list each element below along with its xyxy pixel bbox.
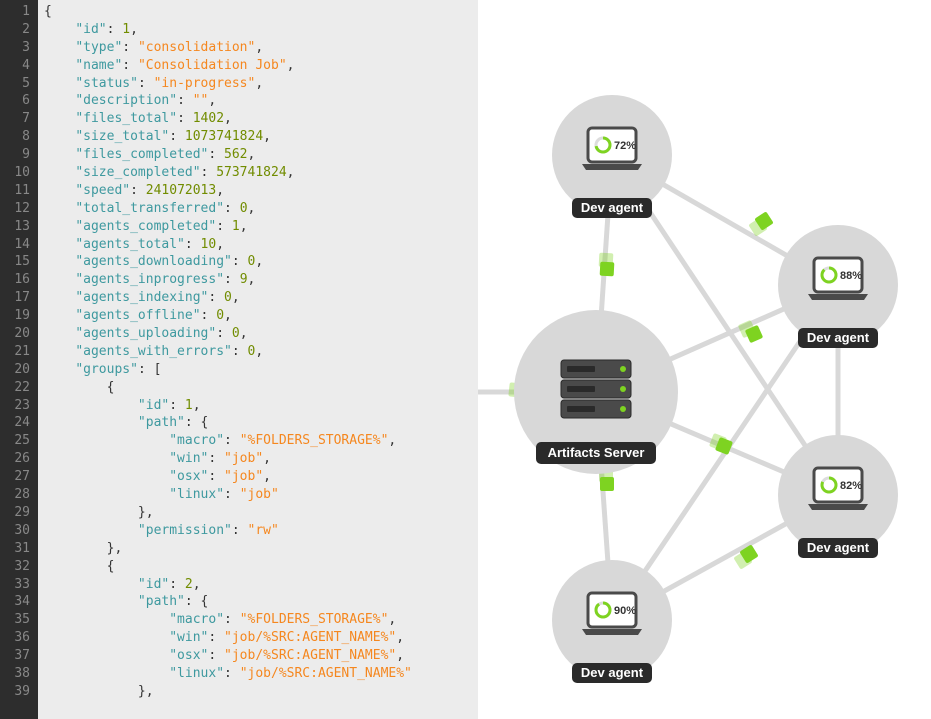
progress-percent: 72% bbox=[614, 140, 636, 152]
progress-percent: 88% bbox=[840, 270, 862, 282]
agent-label: Dev agent bbox=[581, 200, 644, 215]
progress-percent: 90% bbox=[614, 605, 636, 617]
agent-label: Dev agent bbox=[807, 330, 870, 345]
agent-label: Dev agent bbox=[581, 665, 644, 680]
dev-agent-node: 88% Dev agent bbox=[778, 225, 898, 348]
artifacts-server-node: Artifacts Server bbox=[514, 310, 678, 474]
agent-label: Dev agent bbox=[807, 540, 870, 555]
line-number-gutter: 1234567891011121314151617192021202223242… bbox=[0, 0, 38, 719]
code-content: { "id": 1, "type": "consolidation", "nam… bbox=[38, 0, 412, 719]
dev-agent-node: 90% Dev agent bbox=[552, 560, 672, 683]
server-label: Artifacts Server bbox=[548, 445, 645, 460]
network-diagram: Artifacts Server 72% Dev agent bbox=[478, 0, 931, 719]
code-editor: 1234567891011121314151617192021202223242… bbox=[0, 0, 478, 719]
dev-agent-node: 72% Dev agent bbox=[552, 95, 672, 218]
dev-agent-node: 82% Dev agent bbox=[778, 435, 898, 558]
progress-percent: 82% bbox=[840, 480, 862, 492]
server-icon bbox=[561, 360, 631, 418]
